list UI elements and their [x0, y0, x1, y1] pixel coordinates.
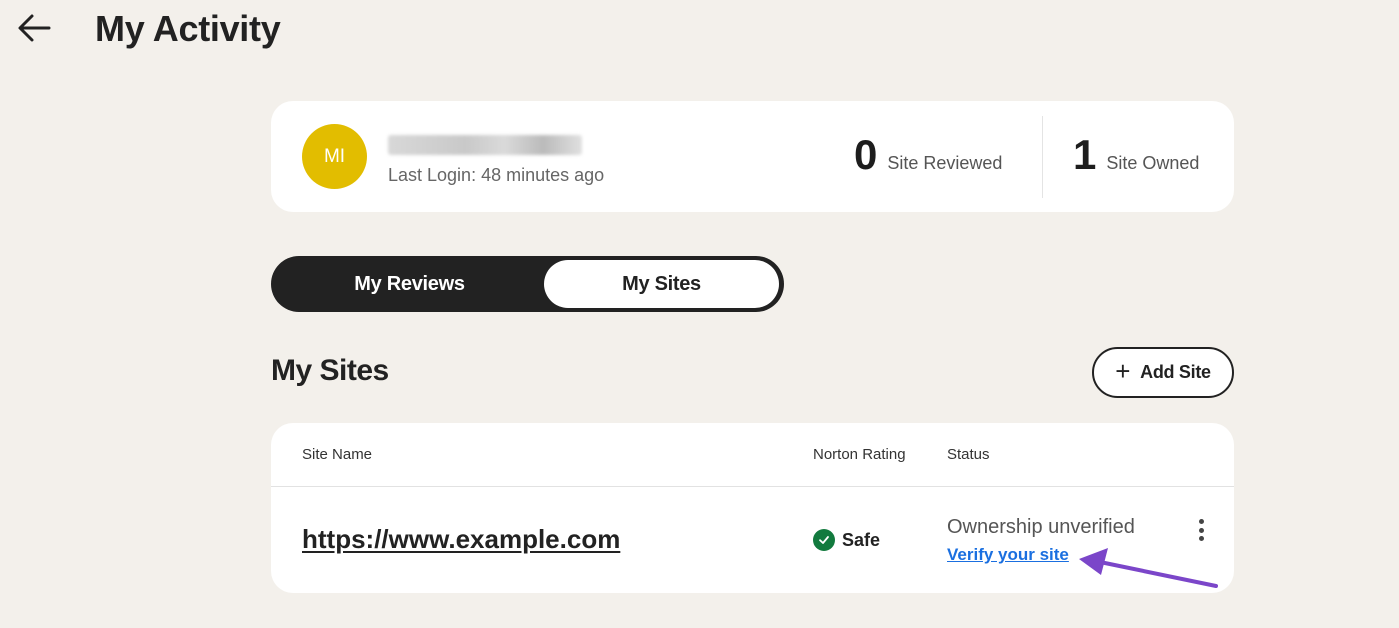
- username-redacted: [388, 135, 582, 155]
- kebab-dot: [1198, 536, 1204, 541]
- stat-label: Site Owned: [1106, 153, 1200, 173]
- kebab-dot: [1198, 519, 1204, 524]
- kebab-dot: [1198, 527, 1204, 533]
- status-text: Ownership unverified: [947, 516, 1135, 538]
- check-circle-icon: [813, 529, 835, 551]
- tab-my-sites[interactable]: My Sites: [544, 260, 779, 308]
- norton-rating: Safe: [813, 529, 880, 551]
- profile-card: MI Last Login: 48 minutes ago 0 Site Rev…: [271, 101, 1234, 212]
- sites-table: Site Name Norton Rating Status https://w…: [271, 423, 1234, 593]
- site-name-link[interactable]: https://www.example.com: [302, 524, 620, 555]
- plus-icon: +: [1115, 356, 1131, 386]
- last-login-text: Last Login: 48 minutes ago: [388, 165, 605, 185]
- section-title: My Sites: [271, 354, 389, 387]
- stat-label: Site Reviewed: [887, 153, 1003, 173]
- add-site-button[interactable]: + Add Site: [1092, 347, 1234, 398]
- add-site-label: Add Site: [1140, 362, 1211, 382]
- verify-site-link[interactable]: Verify your site: [947, 545, 1069, 565]
- stat-sites-owned: 1 Site Owned: [1073, 131, 1199, 179]
- column-header-status: Status: [947, 446, 990, 463]
- tab-my-reviews[interactable]: My Reviews: [275, 260, 544, 308]
- kebab-menu-icon[interactable]: [1192, 517, 1210, 543]
- column-header-norton-rating: Norton Rating: [813, 446, 906, 463]
- stat-sites-reviewed: 0 Site Reviewed: [854, 131, 1002, 179]
- tab-switcher: My Reviews My Sites: [271, 256, 784, 312]
- column-header-site-name: Site Name: [302, 446, 373, 463]
- stat-divider: [1042, 116, 1043, 198]
- back-button[interactable]: [16, 10, 52, 46]
- rating-label: Safe: [842, 529, 881, 550]
- stat-value: 0: [854, 131, 878, 178]
- page-title: My Activity: [95, 8, 281, 49]
- stat-value: 1: [1073, 131, 1097, 178]
- table-divider: [271, 486, 1234, 487]
- arrow-left-icon: [18, 14, 51, 42]
- avatar: MI: [302, 124, 367, 189]
